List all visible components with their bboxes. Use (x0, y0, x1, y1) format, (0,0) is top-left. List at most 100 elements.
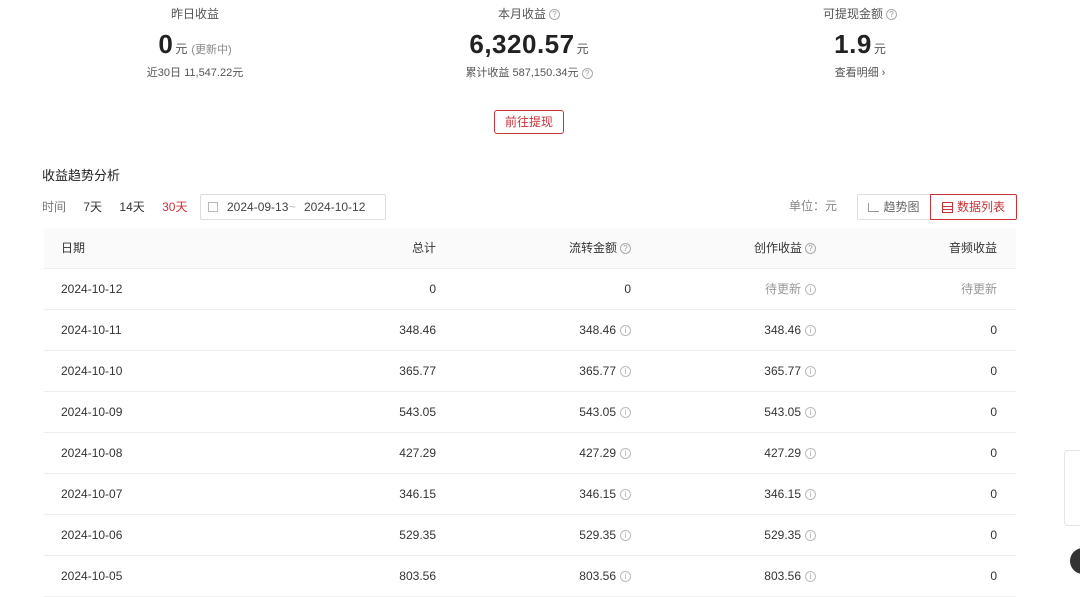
cell-flow: 529.35 i (579, 515, 631, 555)
table-row: 2024-10-05 803.56 803.56 i 803.56 i 0 (44, 556, 1016, 597)
filter-14d[interactable]: 14天 (119, 200, 144, 214)
info-icon[interactable]: i (805, 407, 816, 419)
cell-audio: 0 (990, 528, 997, 542)
cell-date: 2024-10-06 (61, 528, 123, 542)
info-icon[interactable]: i (620, 407, 631, 419)
date-range-picker[interactable]: 2024-09-13 ~ 2024-10-12 (200, 194, 386, 220)
cell-audio: 0 (990, 323, 997, 337)
help-icon[interactable]: ? (581, 67, 593, 79)
info-icon[interactable]: i (620, 530, 631, 542)
info-icon[interactable]: i (620, 448, 631, 460)
cell-creation: 803.56 i (764, 556, 816, 596)
cell-audio: 0 (990, 364, 997, 378)
help-icon[interactable]: ? (549, 9, 560, 21)
filter-30d[interactable]: 30天 (162, 200, 187, 214)
cell-creation: 346.15 i (764, 474, 816, 514)
section-title: 收益趋势分析 (42, 168, 121, 183)
withdrawable-unit: 元 (873, 42, 886, 56)
table-row: 2024-10-09 543.05 543.05 i 543.05 i 0 (44, 392, 1016, 433)
list-label: 数据列表 (956, 200, 1005, 214)
cell-flow: 543.05 i (579, 392, 631, 432)
last30-value: 11,547.22元 (184, 67, 244, 79)
cell-total: 427.29 (399, 446, 436, 460)
line-chart-icon (868, 203, 880, 213)
start-date: 2024-09-13 (227, 200, 289, 214)
date-separator: ~ (289, 200, 297, 214)
info-icon[interactable]: i (805, 530, 816, 542)
cell-audio: 0 (990, 487, 997, 501)
month-label: 本月收益 (497, 7, 546, 21)
cell-creation: 待更新 i (765, 269, 816, 309)
info-icon[interactable]: i (805, 448, 816, 460)
info-icon[interactable]: i (620, 489, 631, 501)
trend-label: 趋势图 (883, 200, 920, 214)
cell-flow: 348.46 i (579, 310, 631, 350)
table-row: 2024-10-08 427.29 427.29 i 427.29 i 0 (44, 433, 1016, 474)
header-total: 总计 (411, 241, 436, 255)
cell-total: 543.05 (399, 405, 436, 419)
yesterday-value: 0 (158, 29, 174, 59)
end-date: 2024-10-12 (304, 200, 366, 214)
side-feedback-widget[interactable] (1064, 450, 1080, 526)
cell-creation: 543.05 i (764, 392, 816, 432)
cell-date: 2024-10-07 (61, 487, 123, 501)
table-row: 2024-10-06 529.35 529.35 i 529.35 i 0 (44, 515, 1016, 556)
help-icon[interactable]: ? (886, 9, 897, 21)
yesterday-label: 昨日收益 (170, 7, 219, 21)
yesterday-note: (更新中) (191, 44, 232, 56)
info-icon[interactable]: i (620, 325, 631, 337)
filter-7d[interactable]: 7天 (83, 200, 102, 214)
data-list-button[interactable]: 数据列表 (930, 194, 1017, 220)
total-label: 累计收益 (465, 67, 510, 79)
help-icon[interactable]: ? (620, 243, 631, 255)
withdrawable-amount: 可提现金额? 1.9 元 查看明细 › (740, 0, 980, 80)
time-filter: 时间 7天 14天 30天 (42, 195, 201, 219)
cell-creation: 427.29 i (764, 433, 816, 473)
cell-flow: 365.77 i (579, 351, 631, 391)
info-icon[interactable]: i (620, 366, 631, 378)
floating-button[interactable] (1070, 548, 1080, 574)
trend-chart-button[interactable]: 趋势图 (857, 194, 931, 220)
month-unit: 元 (576, 42, 589, 56)
cell-audio: 待更新 (960, 282, 997, 296)
cell-creation: 348.46 i (764, 310, 816, 350)
cell-date: 2024-10-11 (61, 323, 122, 337)
cell-date: 2024-10-10 (61, 364, 123, 378)
table-header: 日期 总计 流转金额? 创作收益? 音频收益 (44, 228, 1016, 269)
header-flow: 流转金额? (569, 228, 631, 268)
calendar-icon (208, 202, 218, 212)
last30-label: 近30日 (146, 67, 182, 79)
cell-flow: 427.29 i (579, 433, 631, 473)
table-body: 2024-10-12 0 0 待更新 i 待更新 2024-10-11 348.46 348.4… (44, 269, 1016, 597)
total-value: 587,150.34元 (512, 67, 579, 79)
cell-total: 365.77 (399, 364, 436, 378)
table-row: 2024-10-10 365.77 365.77 i 365.77 i 0 (44, 351, 1016, 392)
cell-total: 348.46 (399, 323, 436, 337)
table-row: 2024-10-11 348.46 348.46 i 348.46 i 0 (44, 310, 1016, 351)
cell-audio: 0 (990, 405, 997, 419)
view-details-link[interactable]: 查看明细 › (835, 67, 886, 79)
help-icon[interactable]: ? (805, 243, 816, 255)
earnings-summary: 昨日收益 0 元 (更新中) 近30日 11,547.22元 本月收益? 6,320… (0, 0, 1080, 100)
info-icon[interactable]: i (620, 571, 631, 583)
header-date: 日期 (61, 241, 86, 255)
withdraw-button[interactable]: 前往提现 (494, 110, 564, 134)
month-value: 6,320.57 (469, 29, 575, 59)
withdrawable-value: 1.9 (834, 29, 872, 59)
yesterday-earnings: 昨日收益 0 元 (更新中) 近30日 11,547.22元 (75, 0, 315, 80)
info-icon[interactable]: i (805, 284, 816, 296)
info-icon[interactable]: i (805, 571, 816, 583)
month-earnings: 本月收益? 6,320.57 元 累计收益 587,150.34元? (409, 0, 649, 80)
cell-flow: 803.56 i (579, 556, 631, 596)
unit-label: 单位：元 (789, 199, 838, 213)
cell-total: 803.56 (399, 569, 436, 583)
time-filter-label: 时间 (42, 200, 67, 214)
cell-audio: 0 (990, 569, 997, 583)
cell-total: 0 (429, 282, 436, 296)
header-creation: 创作收益? (754, 228, 816, 268)
info-icon[interactable]: i (805, 325, 816, 337)
info-icon[interactable]: i (805, 489, 816, 501)
info-icon[interactable]: i (805, 366, 816, 378)
cell-date: 2024-10-08 (61, 446, 123, 460)
cell-creation: 365.77 i (764, 351, 816, 391)
